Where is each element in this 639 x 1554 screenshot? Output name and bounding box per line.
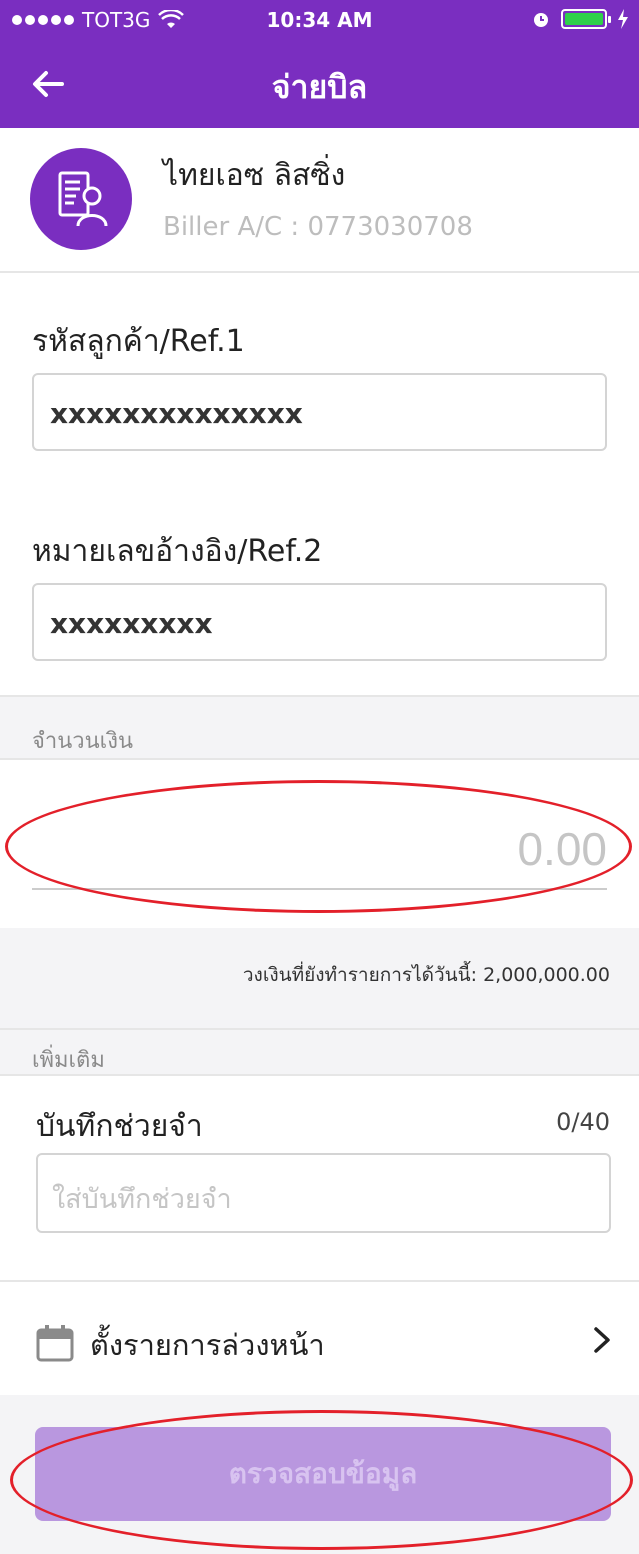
- limit-info: วงเงินที่ยังทำรายการได้วันนี้: 2,000,000…: [0, 928, 639, 1028]
- biller-account: Biller A/C : 0773030708: [163, 212, 473, 242]
- verify-button[interactable]: ตรวจสอบข้อมูล: [35, 1427, 611, 1521]
- chevron-right-icon: [594, 1327, 610, 1353]
- footer: ตรวจสอบข้อมูล: [0, 1395, 639, 1554]
- memo-input[interactable]: ใส่บันทึกช่วยจำ: [36, 1153, 611, 1233]
- app-header: TOT3G 10:34 AM จ่ายบิล: [0, 0, 639, 128]
- memo-label: บันทึกช่วยจำ: [36, 1109, 203, 1144]
- amount-input[interactable]: 0.00: [32, 810, 607, 890]
- charging-icon: [618, 9, 628, 29]
- calendar-icon: [36, 1325, 74, 1362]
- ref1-label: รหัสลูกค้า/Ref.1: [32, 324, 245, 359]
- status-bar: TOT3G 10:34 AM: [0, 0, 639, 40]
- daily-limit-text: วงเงินที่ยังทำรายการได้วันนี้: 2,000,000…: [242, 964, 610, 986]
- amount-section-header: จำนวนเงิน: [0, 695, 639, 760]
- schedule-label: ตั้งรายการล่วงหน้า: [90, 1328, 325, 1362]
- biller-avatar: [30, 148, 132, 250]
- biller-document-icon: [58, 171, 108, 227]
- ref2-input[interactable]: xxxxxxxxx: [32, 583, 607, 661]
- biller-name: ไทยเอซ ลิสซิ่ง: [163, 158, 346, 193]
- ref1-input[interactable]: xxxxxxxxxxxxxx: [32, 373, 607, 451]
- schedule-row[interactable]: ตั้งรายการล่วงหน้า: [0, 1280, 639, 1395]
- ref2-label: หมายเลขอ้างอิง/Ref.2: [32, 534, 323, 569]
- extra-section-header: เพิ่มเติม: [0, 1028, 639, 1076]
- alarm-icon: [534, 13, 548, 27]
- biller-card: ไทยเอซ ลิสซิ่ง Biller A/C : 0773030708: [0, 128, 639, 273]
- battery-icon: [561, 9, 611, 29]
- memo-counter: 0/40: [556, 1108, 610, 1136]
- extra-section-title: เพิ่มเติม: [32, 1048, 105, 1073]
- amount-placeholder: 0.00: [517, 823, 607, 875]
- status-right: [531, 9, 629, 29]
- amount-section-title: จำนวนเงิน: [32, 729, 133, 754]
- page-title: จ่ายบิล: [271, 68, 368, 106]
